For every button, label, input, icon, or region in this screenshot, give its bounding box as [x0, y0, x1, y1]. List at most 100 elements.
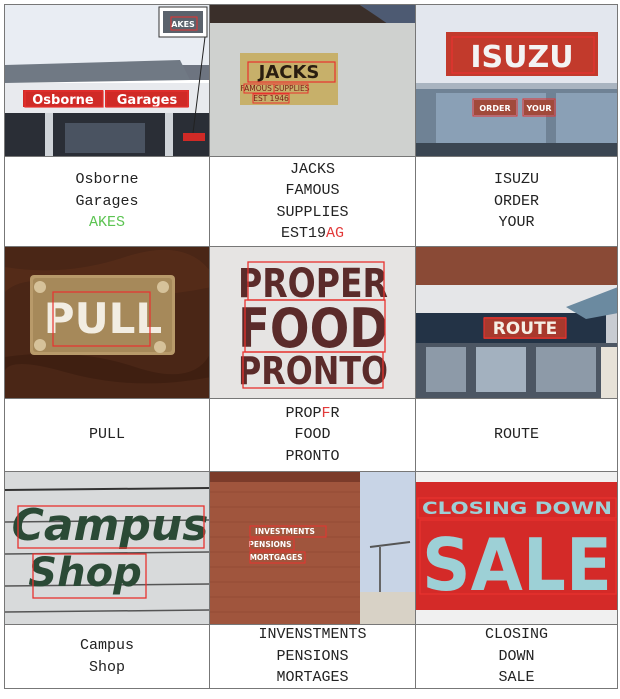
mortgages-text: MORTGAGES — [249, 553, 302, 562]
image-cell-osborne: Osborne Garages AKES — [4, 4, 210, 157]
text-segment: R — [330, 404, 340, 422]
text-line: SUPPLIES — [276, 202, 348, 224]
text-segment: CLOSING — [484, 626, 548, 644]
campus-word: Campus — [12, 500, 209, 551]
est-text: EST 1946 — [253, 94, 289, 103]
route-photo: ROUTE — [416, 247, 617, 398]
error-segment: F — [321, 404, 331, 422]
text-segment: FAMOUS — [285, 182, 340, 199]
image-cell-pull: PULL — [4, 247, 210, 399]
results-grid: Osborne Garages AKES JACKS FAMOUS SUPPLI… — [4, 4, 618, 699]
text-line: JACKS — [290, 159, 335, 181]
text-cell-proper-food: PROPFR FOOD PRONTO — [210, 399, 416, 472]
text-line: Campus — [80, 635, 134, 657]
text-line: Garages — [75, 191, 138, 213]
famous-supplies-text: FAMOUS SUPPLIES — [241, 84, 310, 93]
isuzu-photo: ISUZU ORDER YOUR — [416, 5, 617, 156]
recognized-text: INVENSTMENTS PENSIONS MORTAGES — [210, 625, 415, 688]
image-cell-jacks: JACKS FAMOUS SUPPLIES EST 1946 — [210, 4, 416, 157]
image-cell-campus: Campus Shop — [4, 472, 210, 625]
pull-photo: PULL — [5, 247, 209, 398]
investments-text: INVESTMENTS — [255, 527, 315, 536]
text-cell-campus: Campus Shop — [4, 625, 210, 689]
text-line: YOUR — [498, 212, 534, 234]
recognized-text: ROUTE — [416, 399, 617, 471]
correct-segment: AKES — [88, 214, 125, 232]
text-segment: Garages — [75, 192, 139, 210]
image-cell-sale: CLOSING DOWN SALE — [416, 472, 618, 625]
closing-down-sale-photo: CLOSING DOWN SALE — [416, 472, 617, 624]
pronto-word: PRONTO — [238, 349, 388, 393]
text-cell-jacks: JACKS FAMOUS SUPPLIES EST19AG — [210, 157, 416, 247]
jacks-photo: JACKS FAMOUS SUPPLIES EST 1946 — [210, 5, 415, 156]
your-window-text: YOUR — [526, 104, 552, 113]
inset-sign-text: AKES — [171, 20, 195, 29]
text-line: PULL — [89, 424, 125, 446]
text-cell-sale: CLOSING DOWN SALE — [416, 625, 618, 689]
campus-shop-photo: Campus Shop — [5, 472, 209, 624]
closing-down-text: CLOSING DOWN — [422, 499, 612, 519]
text-cell-osborne: Osborne Garages AKES — [4, 157, 210, 247]
recognized-text: Campus Shop — [5, 625, 209, 688]
proper-food-photo: PROPER FOOD PRONTO — [210, 247, 415, 398]
text-line: CLOSING — [485, 625, 548, 646]
osborne-garages-photo: Osborne Garages AKES — [5, 5, 209, 156]
error-segment: AG — [326, 225, 345, 242]
text-segment: PROP — [285, 404, 322, 422]
osborne-word: Osborne — [32, 93, 94, 108]
route-word: ROUTE — [493, 319, 558, 339]
text-line: PENSIONS — [276, 646, 348, 668]
text-segment: INVENSTMENTS — [258, 626, 367, 644]
text-segment: MORTAGES — [276, 669, 349, 687]
text-line: PROPFR — [285, 403, 339, 425]
recognized-text: PULL — [5, 399, 209, 471]
recognized-text: Osborne Garages AKES — [5, 157, 209, 246]
recognized-text: JACKS FAMOUS SUPPLIES EST19AG — [210, 157, 415, 246]
pensions-text: PENSIONS — [248, 540, 291, 549]
text-segment: YOUR — [498, 214, 535, 232]
order-window-text: ORDER — [479, 104, 510, 113]
text-line: ORDER — [494, 191, 539, 213]
text-cell-isuzu: ISUZU ORDER YOUR — [416, 157, 618, 247]
text-segment: ROUTE — [493, 426, 539, 444]
text-cell-pull: PULL — [4, 399, 210, 472]
image-cell-proper-food: PROPER FOOD PRONTO — [210, 247, 416, 399]
recognized-text: ISUZU ORDER YOUR — [416, 157, 617, 246]
text-segment: FOOD — [294, 426, 331, 444]
text-line: MORTAGES — [276, 667, 348, 688]
text-segment: ISUZU — [493, 171, 539, 189]
image-cell-isuzu: ISUZU ORDER YOUR — [416, 4, 618, 157]
pull-word: PULL — [44, 294, 162, 343]
text-line: EST19AG — [281, 223, 344, 245]
text-segment: ORDER — [493, 192, 539, 210]
text-line: INVENSTMENTS — [258, 625, 366, 646]
text-line: ROUTE — [494, 424, 539, 446]
text-segment: SALE — [498, 669, 535, 687]
text-line: PRONTO — [285, 446, 339, 468]
text-line: DOWN — [498, 646, 534, 668]
text-line: SALE — [498, 667, 534, 688]
image-cell-investments: INVESTMENTS PENSIONS MORTGAGES — [210, 472, 416, 625]
text-segment: JACKS — [289, 160, 335, 178]
investments-photo: INVESTMENTS PENSIONS MORTGAGES — [210, 472, 415, 624]
text-segment: PULL — [88, 426, 125, 444]
text-segment: SUPPLIES — [276, 203, 349, 221]
text-cell-route: ROUTE — [416, 399, 618, 472]
text-segment: PRONTO — [285, 447, 340, 465]
text-line: FAMOUS — [285, 180, 339, 202]
image-cell-route: ROUTE — [416, 247, 618, 399]
recognized-text: PROPFR FOOD PRONTO — [210, 399, 415, 471]
shop-word: Shop — [28, 550, 141, 596]
text-line: Shop — [89, 657, 125, 679]
text-line: Osborne — [75, 169, 138, 191]
isuzu-logo: ISUZU — [470, 40, 573, 75]
garages-word: Garages — [117, 93, 178, 108]
recognized-text: CLOSING DOWN SALE — [416, 625, 617, 688]
jacks-word: JACKS — [257, 62, 320, 83]
text-line: AKES — [89, 212, 125, 234]
text-segment: PENSIONS — [276, 647, 349, 665]
text-segment: Osborne — [75, 171, 139, 189]
text-cell-investments: INVENSTMENTS PENSIONS MORTAGES — [210, 625, 416, 689]
text-segment: Campus — [79, 637, 134, 654]
text-segment: EST19 — [280, 225, 326, 242]
